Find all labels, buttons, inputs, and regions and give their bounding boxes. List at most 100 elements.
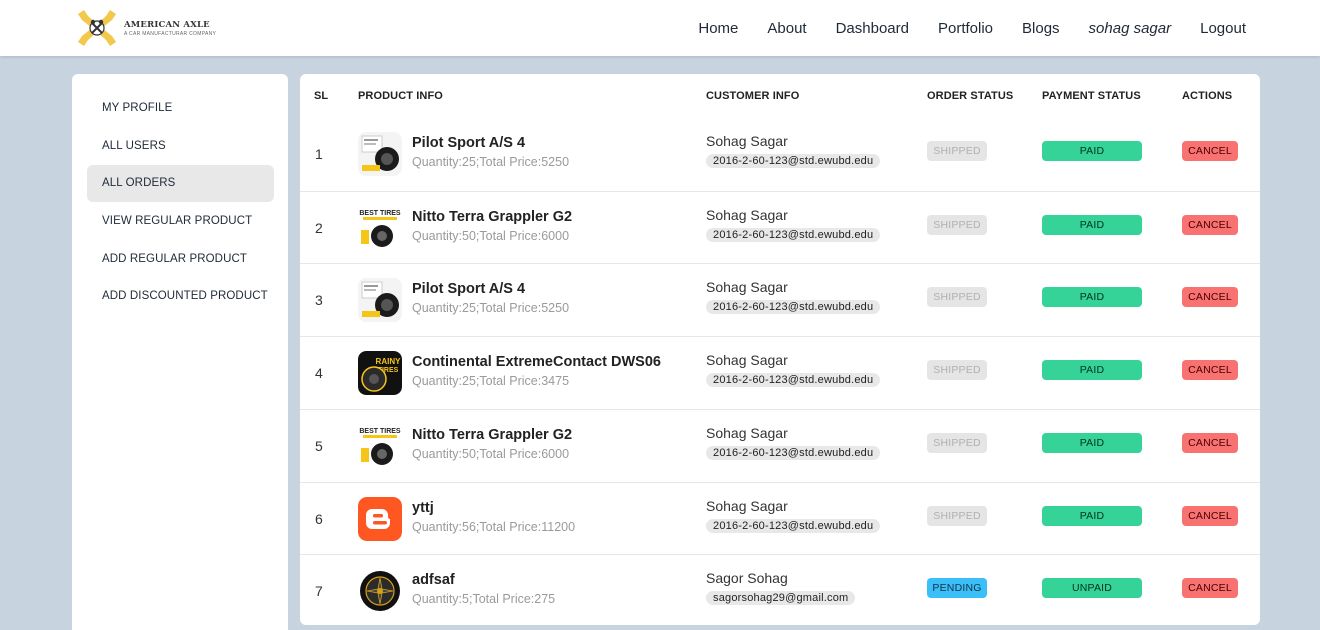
- customer-email-badge: 2016-2-60-123@std.ewubd.edu: [706, 373, 881, 388]
- row-serial: 3: [315, 292, 323, 309]
- table-row: 7 adfsaf Quantity:5;Total Price:275 Sagor S…: [300, 554, 1260, 625]
- table-header: SL PRODUCT INFO CUSTOMER INFO ORDER STAT…: [300, 74, 1260, 118]
- cancel-order-button[interactable]: CANCEL: [1182, 578, 1238, 599]
- orders-table: SL PRODUCT INFO CUSTOMER INFO ORDER STAT…: [300, 74, 1260, 625]
- table-row: 1 Pilot Sport A/S 4 Quantity:25;Total Pric…: [300, 118, 1260, 191]
- sidebar-item-view-regular-product[interactable]: VIEW REGULAR PRODUCT: [87, 203, 274, 240]
- customer-name: Sohag Sagar: [706, 133, 788, 149]
- brand-tagline: A CAR MANUFACTURAR COMPANY: [124, 30, 217, 37]
- cancel-order-button[interactable]: CANCEL: [1182, 432, 1238, 453]
- customer-name: Sohag Sagar: [706, 206, 788, 223]
- payment-status-badge: PAID: [1042, 287, 1142, 308]
- product-name: Pilot Sport A/S 4: [412, 281, 526, 298]
- row-serial: 5: [315, 437, 323, 454]
- header-order-status: ORDER STATUS: [927, 90, 1014, 102]
- dashboard-sidebar: MY PROFILE ALL USERS ALL ORDERS VIEW REG…: [72, 74, 288, 630]
- nav-dashboard[interactable]: Dashboard: [836, 20, 909, 37]
- row-serial: 4: [315, 365, 323, 382]
- order-status-badge: SHIPPED: [927, 432, 987, 453]
- product-name: Nitto Terra Grappler G2: [412, 208, 573, 225]
- nav-home[interactable]: Home: [698, 20, 738, 37]
- header-payment-status: PAYMENT STATUS: [1042, 90, 1141, 102]
- row-serial: 2: [315, 219, 323, 236]
- cancel-order-button[interactable]: CANCEL: [1182, 287, 1238, 308]
- best-tires-icon: BEST TIRES: [358, 205, 402, 250]
- product-quantity-price: Quantity:25;Total Price:3475: [412, 374, 570, 389]
- order-status-badge: SHIPPED: [927, 141, 987, 161]
- row-serial: 1: [315, 146, 323, 162]
- customer-name: Sohag Sagar: [706, 352, 788, 369]
- svg-text:BEST TIRES: BEST TIRES: [359, 428, 401, 435]
- rainy-tires-icon: RAINY TIRES: [358, 351, 402, 396]
- product-quantity-price: Quantity:25;Total Price:5250: [412, 301, 570, 316]
- brand-logo[interactable]: AMERICAN AXLE A CAR MANUFACTURAR COMPANY: [72, 8, 222, 48]
- product-name: Pilot Sport A/S 4: [412, 135, 526, 151]
- product-name: Nitto Terra Grappler G2: [412, 426, 573, 443]
- nav-about[interactable]: About: [767, 20, 806, 37]
- customer-email-badge: 2016-2-60-123@std.ewubd.edu: [706, 445, 881, 460]
- product-name: Continental ExtremeContact DWS06: [412, 354, 661, 371]
- nav-user-name[interactable]: sohag sagar: [1089, 20, 1172, 37]
- blogger-icon: [358, 496, 402, 541]
- payment-status-badge: PAID: [1042, 432, 1142, 453]
- table-row: 5 BEST TIRES Nitto Terra Grappler G2 Quanti…: [300, 408, 1260, 482]
- sidebar-item-all-users[interactable]: ALL USERS: [87, 128, 274, 165]
- order-status-badge: SHIPPED: [927, 214, 987, 235]
- sidebar-item-add-regular-product[interactable]: ADD REGULAR PRODUCT: [87, 241, 274, 278]
- customer-email-badge: 2016-2-60-123@std.ewubd.edu: [706, 518, 881, 533]
- table-row: 2 BEST TIRES Nitto Terra Grappler G2 Quanti…: [300, 190, 1260, 264]
- nav-portfolio[interactable]: Portfolio: [938, 20, 993, 37]
- tire-white-icon: [358, 278, 402, 323]
- customer-email-badge: 2016-2-60-123@std.ewubd.edu: [706, 154, 881, 168]
- order-status-badge: SHIPPED: [927, 360, 987, 381]
- cancel-order-button[interactable]: CANCEL: [1182, 214, 1238, 235]
- customer-name: Sagor Sohag: [706, 570, 788, 587]
- header-sl: SL: [314, 90, 329, 102]
- cancel-order-button[interactable]: CANCEL: [1182, 360, 1238, 381]
- customer-email-badge: 2016-2-60-123@std.ewubd.edu: [706, 300, 881, 315]
- customer-email-badge: sagorsohag29@gmail.com: [706, 591, 856, 606]
- header-product-info: PRODUCT INFO: [358, 90, 443, 102]
- crossed-pistons-logo-icon: [72, 8, 122, 48]
- header-actions: ACTIONS: [1182, 90, 1233, 102]
- sidebar-item-all-orders[interactable]: ALL ORDERS: [87, 165, 274, 203]
- nav-blogs[interactable]: Blogs: [1022, 20, 1060, 37]
- payment-status-badge: PAID: [1042, 360, 1142, 381]
- product-quantity-price: Quantity:25;Total Price:5250: [412, 155, 570, 169]
- product-quantity-price: Quantity:5;Total Price:275: [412, 592, 556, 607]
- payment-status-badge: PAID: [1042, 214, 1142, 235]
- row-serial: 6: [315, 510, 323, 527]
- svg-text:RAINY: RAINY: [376, 357, 402, 366]
- product-name: yttj: [412, 499, 434, 516]
- payment-status-badge: UNPAID: [1042, 578, 1142, 599]
- sidebar-item-my-profile[interactable]: MY PROFILE: [87, 90, 274, 127]
- table-row: 6 yttj Quantity:56;Total Price:11200 Sohag …: [300, 481, 1260, 555]
- table-row: 4 RAINY TIRES Continental ExtremeContact DW…: [300, 336, 1260, 409]
- best-tires-icon: BEST TIRES: [358, 423, 402, 468]
- cancel-order-button[interactable]: CANCEL: [1182, 141, 1238, 161]
- product-quantity-price: Quantity:50;Total Price:6000: [412, 446, 570, 461]
- customer-name: Sohag Sagar: [706, 424, 788, 441]
- sidebar-item-add-discounted-product[interactable]: ADD DISCOUNTED PRODUCT: [87, 278, 274, 315]
- product-name: adfsaf: [412, 572, 455, 589]
- product-quantity-price: Quantity:56;Total Price:11200: [412, 519, 576, 534]
- nav-logout[interactable]: Logout: [1200, 20, 1246, 37]
- order-status-badge: SHIPPED: [927, 287, 987, 308]
- payment-status-badge: PAID: [1042, 141, 1142, 161]
- alloy-wheel-icon: [358, 569, 402, 614]
- customer-email-badge: 2016-2-60-123@std.ewubd.edu: [706, 227, 881, 242]
- customer-name: Sohag Sagar: [706, 497, 788, 514]
- row-serial: 7: [315, 583, 323, 600]
- main-nav: Home About Dashboard Portfolio Blogs soh…: [669, 0, 1246, 56]
- order-status-badge: SHIPPED: [927, 505, 987, 526]
- tire-white-icon: [358, 132, 402, 176]
- customer-name: Sohag Sagar: [706, 279, 788, 296]
- brand-name: AMERICAN AXLE: [124, 19, 210, 30]
- table-row: 3 Pilot Sport A/S 4 Quantity:25;Total Pric…: [300, 263, 1260, 336]
- cancel-order-button[interactable]: CANCEL: [1182, 505, 1238, 526]
- product-quantity-price: Quantity:50;Total Price:6000: [412, 228, 570, 243]
- top-navbar: AMERICAN AXLE A CAR MANUFACTURAR COMPANY…: [0, 0, 1320, 56]
- order-status-badge: PENDING: [927, 578, 987, 599]
- svg-text:BEST TIRES: BEST TIRES: [359, 210, 401, 217]
- payment-status-badge: PAID: [1042, 505, 1142, 526]
